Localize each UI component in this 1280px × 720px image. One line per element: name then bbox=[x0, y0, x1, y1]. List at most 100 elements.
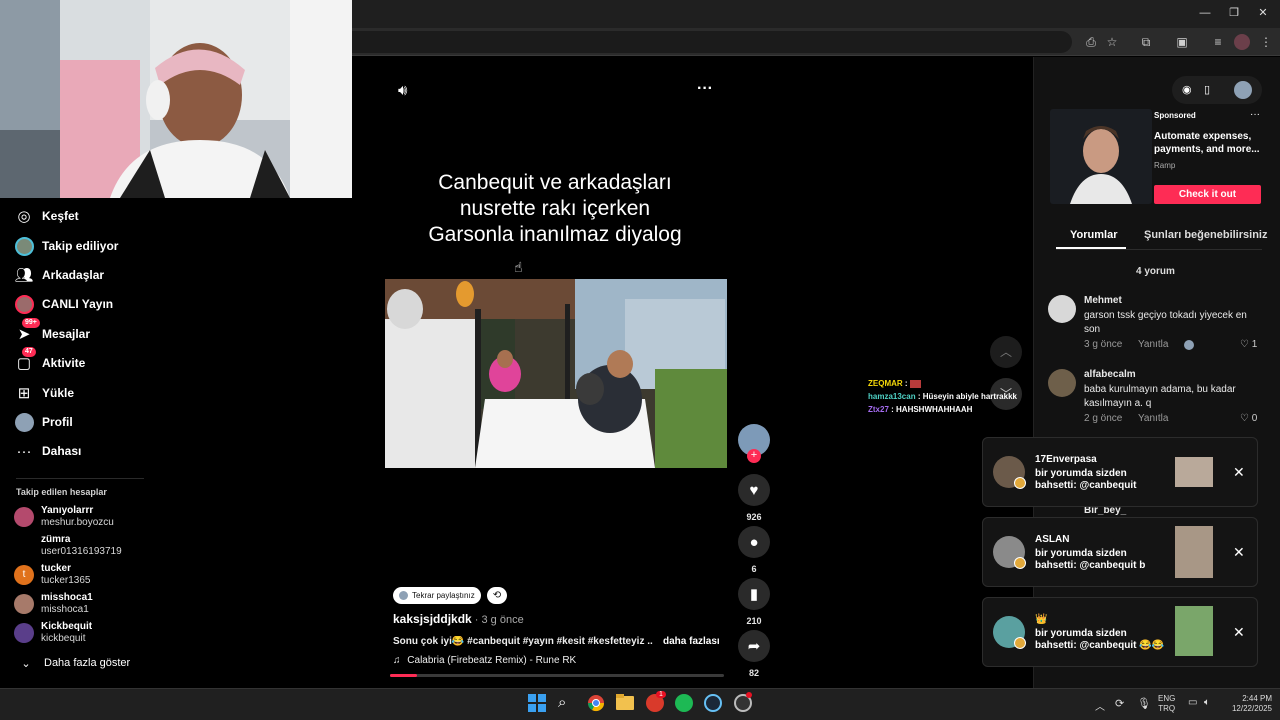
sidebar-item-explore[interactable]: ◎ Keşfet bbox=[14, 203, 79, 229]
account-username: misshoca1 bbox=[41, 604, 89, 615]
music-title: Calabria (Firebeatz Remix) - Rune RK bbox=[407, 655, 577, 666]
comment-like[interactable]: ♡ 1 bbox=[1240, 339, 1257, 350]
tab-search-icon[interactable]: ▣ bbox=[1174, 34, 1190, 50]
show-more-button[interactable]: ⌄ Daha fazla göster bbox=[16, 650, 130, 676]
sidebar-item-profile[interactable]: Profil bbox=[14, 409, 73, 435]
save-action[interactable]: ▮ 210 bbox=[738, 578, 770, 626]
share-arrow-icon[interactable]: ➦ bbox=[738, 630, 770, 662]
bookmark-star-icon[interactable]: ☆ bbox=[1104, 34, 1120, 50]
comment-bubble-icon[interactable]: ● bbox=[738, 526, 770, 558]
sync-icon[interactable]: ⟳ bbox=[1115, 697, 1124, 710]
like-action[interactable]: ♥ 926 bbox=[738, 474, 770, 522]
profile-avatar[interactable] bbox=[1234, 34, 1250, 50]
extensions-icon[interactable]: ⧉ bbox=[1138, 34, 1154, 50]
spotify-icon[interactable] bbox=[675, 694, 695, 714]
chrome-icon[interactable] bbox=[587, 694, 607, 714]
activity-icon: ▢ 47 bbox=[14, 347, 36, 373]
microphone-icon[interactable]: 🎙︎ bbox=[1137, 697, 1151, 710]
followed-account[interactable]: Kickbequit kickbequit bbox=[14, 619, 92, 647]
reply-button[interactable]: Yanıtla bbox=[1138, 413, 1168, 424]
bookmark-icon[interactable]: ▮ bbox=[738, 578, 770, 610]
music-row[interactable]: ♫ Calabria (Firebeatz Remix) - Rune RK bbox=[393, 655, 576, 666]
search-icon[interactable]: ⌕ bbox=[558, 694, 578, 714]
more-options-icon[interactable]: ··· bbox=[697, 80, 713, 98]
volume-tray-icon[interactable]: 🔈︎ bbox=[1204, 697, 1210, 708]
sidebar-item-label: Dahası bbox=[42, 444, 82, 458]
close-icon[interactable]: ✕ bbox=[1233, 624, 1245, 641]
language-indicator[interactable]: ENG TRQ bbox=[1158, 694, 1175, 714]
comment-action[interactable]: ● 6 bbox=[738, 526, 770, 574]
restore-button[interactable]: ❐ bbox=[1225, 5, 1243, 21]
previous-video-button[interactable]: ︿ bbox=[990, 336, 1022, 368]
phone-icon[interactable]: ▯ bbox=[1204, 83, 1210, 96]
sidebar-item-live[interactable]: CANLI Yayın bbox=[14, 291, 113, 317]
clock[interactable]: 2:44 PM 12/22/2025 bbox=[1222, 694, 1272, 714]
sidebar-item-activity[interactable]: ▢ 47 Aktivite bbox=[14, 347, 85, 376]
mention-notification[interactable]: 👑 bir yorumda sizden bahsetti: @canbequi… bbox=[982, 597, 1258, 667]
mention-notification[interactable]: 17Enverpasa bir yorumda sizden bahsetti:… bbox=[982, 437, 1258, 507]
volume-icon[interactable]: 🔊︎ bbox=[398, 82, 407, 99]
ad-cta-button[interactable]: Check it out bbox=[1154, 185, 1261, 204]
more-link[interactable]: daha fazlası bbox=[663, 636, 720, 647]
coin-badge-icon bbox=[1014, 477, 1026, 489]
language-code: ENG bbox=[1158, 694, 1176, 703]
install-app-icon[interactable]: ⎙ bbox=[1083, 34, 1099, 50]
sidebar-item-more[interactable]: ··· Dahası bbox=[14, 438, 82, 464]
file-explorer-icon[interactable] bbox=[616, 694, 636, 714]
comment-count: 6 bbox=[751, 564, 757, 574]
followed-account[interactable]: zümra user01316193719 bbox=[14, 532, 122, 560]
steam-icon[interactable] bbox=[704, 694, 724, 714]
sidebar-item-friends[interactable]: 👥︎ Arkadaşlar bbox=[14, 262, 104, 288]
app-icon-red[interactable]: 1 bbox=[646, 691, 666, 714]
avatar[interactable] bbox=[1048, 295, 1076, 323]
followed-account[interactable]: Yanıyolarrr meshur.boyozcu bbox=[14, 503, 114, 531]
chrome-menu-icon[interactable]: ⋮ bbox=[1258, 34, 1274, 50]
show-hidden-icons-icon[interactable]: ︿ bbox=[1095, 698, 1105, 713]
video-progress-bar[interactable] bbox=[390, 674, 724, 677]
media-controls-icon[interactable]: ≡ bbox=[1210, 34, 1226, 50]
compass-icon[interactable]: ◉ bbox=[1182, 83, 1192, 96]
avatar[interactable] bbox=[1048, 369, 1076, 397]
heart-icon[interactable]: ♥ bbox=[738, 474, 770, 506]
sidebar-item-upload[interactable]: ⊞ Yükle bbox=[14, 380, 74, 406]
app-icon-gear[interactable] bbox=[734, 692, 754, 714]
sidebar-item-following[interactable]: Takip ediliyor bbox=[14, 233, 118, 259]
user-avatar[interactable] bbox=[1234, 81, 1252, 99]
close-window-button[interactable]: ✕ bbox=[1254, 5, 1272, 21]
ad-video-thumbnail[interactable] bbox=[1050, 109, 1152, 204]
chat-user: Ztx27 bbox=[868, 405, 889, 414]
mention-notification[interactable]: ASLAN bir yorumda sizden bahsetti: @canb… bbox=[982, 517, 1258, 587]
keyboard-layout: TRQ bbox=[1158, 704, 1176, 713]
reposted-pill[interactable]: Tekrar paylaştınız bbox=[393, 587, 481, 604]
repost-icon[interactable]: ⟲ bbox=[487, 587, 507, 604]
minimize-button[interactable]: — bbox=[1196, 5, 1214, 21]
followed-account[interactable]: misshoca1 misshoca1 bbox=[14, 590, 93, 618]
close-icon[interactable]: ✕ bbox=[1233, 544, 1245, 561]
sidebar-item-label: Profil bbox=[42, 415, 73, 429]
reposted-label: Tekrar paylaştınız bbox=[412, 591, 475, 600]
author-name[interactable]: kaksjsjddjkdk bbox=[393, 612, 472, 626]
sidebar-item-label: Takip ediliyor bbox=[42, 239, 119, 253]
overlay-line: Canbequit ve arkadaşları bbox=[438, 171, 672, 194]
share-action[interactable]: ➦ 82 bbox=[738, 630, 770, 678]
ad-more-icon[interactable]: ··· bbox=[1250, 109, 1260, 120]
comment-user[interactable]: alfabecalm bbox=[1084, 369, 1136, 380]
follow-plus-icon[interactable]: + bbox=[747, 449, 761, 463]
followed-account[interactable]: t tucker tucker1365 bbox=[14, 561, 90, 589]
address-bar[interactable] bbox=[352, 31, 1072, 53]
close-icon[interactable]: ✕ bbox=[1233, 464, 1245, 481]
tab-recommended[interactable]: Şunları beğenebilirsiniz bbox=[1144, 229, 1267, 241]
reply-button[interactable]: Yanıtla bbox=[1138, 339, 1168, 350]
account-username: meshur.boyozcu bbox=[41, 517, 114, 528]
comment-user[interactable]: Mehmet bbox=[1084, 295, 1122, 306]
video-frame[interactable] bbox=[385, 279, 727, 468]
tab-comments[interactable]: Yorumlar bbox=[1070, 229, 1117, 241]
sidebar-item-messages[interactable]: ➤ 99+ Mesajlar bbox=[14, 318, 90, 347]
network-icon[interactable]: ▭ bbox=[1188, 697, 1197, 708]
comment-like[interactable]: ♡ 0 bbox=[1240, 413, 1257, 424]
sidebar-item-label: Keşfet bbox=[42, 209, 79, 223]
ad-title[interactable]: Automate expenses, payments, and more... bbox=[1154, 130, 1260, 156]
comment-count-label: 4 yorum bbox=[1136, 266, 1175, 277]
notification-text: bir yorumda sizden bahsetti: @canbequit … bbox=[1035, 628, 1165, 651]
windows-start-icon[interactable] bbox=[528, 694, 548, 714]
